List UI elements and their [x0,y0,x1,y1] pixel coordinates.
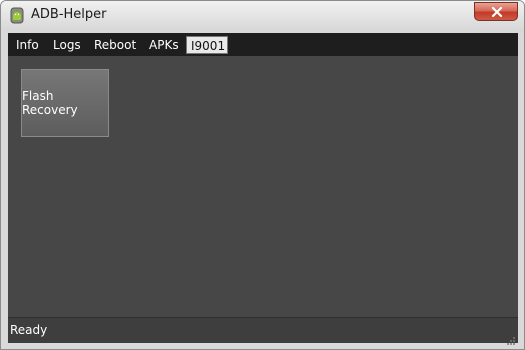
tab-content: Flash Recovery [8,56,518,317]
tab-i9001[interactable]: I9001 [186,36,228,54]
close-button[interactable] [474,2,518,21]
resize-grip-icon[interactable] [506,331,516,345]
title-bar[interactable]: ADB-Helper [1,1,524,31]
status-bar: Ready [8,317,518,345]
tab-apks[interactable]: APKs [145,36,183,54]
tab-reboot[interactable]: Reboot [90,36,140,54]
tab-logs[interactable]: Logs [49,36,85,54]
window-title: ADB-Helper [31,7,107,22]
tab-info[interactable]: Info [12,36,43,54]
client-area: Info Logs Reboot APKs I9001 Flash Recove… [8,33,518,345]
app-window: ADB-Helper Info Logs Reboot APKs I9001 F… [0,0,525,350]
menu-bar: Info Logs Reboot APKs I9001 [8,33,518,56]
android-icon [9,7,25,24]
flash-recovery-button[interactable]: Flash Recovery [21,69,109,137]
close-icon [491,7,503,17]
status-text: Ready [10,323,48,337]
